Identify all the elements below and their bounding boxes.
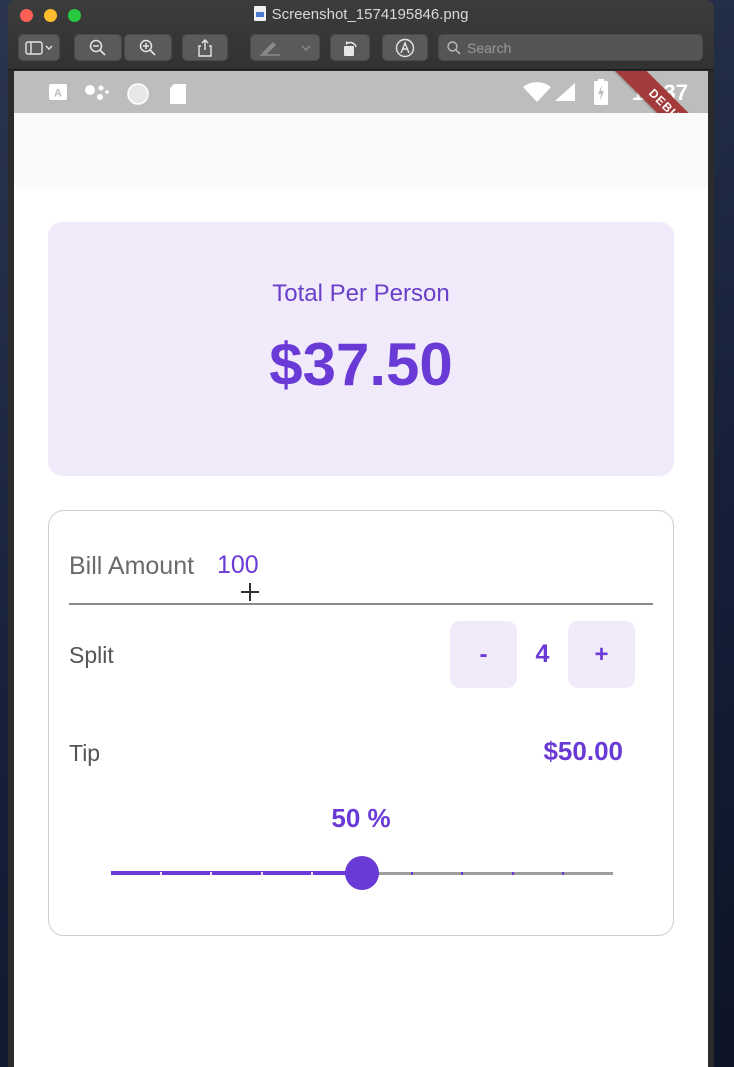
bill-amount-label: Bill Amount (69, 552, 195, 580)
markup-button[interactable] (250, 34, 320, 61)
zoom-in-icon (139, 39, 156, 56)
android-screen: A 12 (14, 71, 708, 1067)
bill-amount-value[interactable]: 100 (217, 551, 259, 580)
slider-division-tick (511, 872, 514, 875)
document-icon (253, 6, 266, 21)
rotate-button[interactable] (330, 34, 370, 61)
search-field[interactable]: Search (438, 34, 703, 61)
total-per-person-label: Total Per Person (272, 280, 450, 307)
keyboard-a-icon: A (49, 84, 67, 100)
sidebar-toggle-button[interactable] (18, 34, 60, 61)
bill-input-card: Bill Amount 100 Split - 4 + Tip $50.00 5… (48, 510, 674, 936)
slider-division-tick (260, 872, 263, 875)
zoom-in-button[interactable] (124, 34, 172, 61)
battery-charging-icon (594, 79, 608, 105)
window-title: Screenshot_1574195846.png (8, 6, 714, 23)
slider-division-tick (160, 872, 163, 875)
annotate-button[interactable] (382, 34, 428, 61)
slider-division-tick (561, 872, 564, 875)
search-icon (447, 40, 461, 55)
sd-card-icon (170, 84, 186, 104)
rotate-icon (344, 40, 357, 56)
share-icon (198, 38, 212, 57)
total-per-person-card: Total Per Person $37.50 (48, 222, 674, 476)
crosshair-cursor-icon (241, 583, 259, 601)
window-title-text: Screenshot_1574195846.png (271, 6, 469, 23)
wifi-icon (523, 82, 551, 102)
split-increment-button[interactable]: + (568, 621, 635, 688)
markup-circle-icon (395, 38, 415, 57)
search-placeholder: Search (467, 39, 512, 56)
tip-slider[interactable] (111, 855, 613, 891)
app-bar (14, 113, 708, 189)
slider-division-tick (461, 872, 464, 875)
tip-percent-label: 50 % (331, 803, 391, 833)
preview-window: Screenshot_1574195846.png Search A DEBUG… (8, 0, 714, 1067)
tip-amount-value: $50.00 (543, 736, 623, 766)
bill-amount-field[interactable]: Bill Amount 100 (69, 551, 653, 605)
share-button[interactable] (182, 34, 228, 61)
slider-active-track (111, 871, 362, 875)
assistant-icon (85, 85, 109, 100)
slider-division-tick (411, 872, 414, 875)
status-bar: A 12 (14, 71, 708, 166)
cellular-signal-icon (555, 83, 575, 101)
split-count-value: 4 (535, 640, 550, 668)
pen-icon (260, 41, 280, 56)
loading-spinner-icon (127, 83, 149, 105)
window-titlebar: Screenshot_1574195846.png Search (8, 0, 714, 70)
svg-text:A: A (54, 88, 62, 100)
slider-division-tick (210, 872, 213, 875)
slider-division-tick (310, 872, 313, 875)
split-decrement-button[interactable]: - (450, 621, 517, 688)
slider-thumb[interactable] (345, 856, 379, 890)
tip-label: Tip (69, 740, 101, 766)
zoom-out-button[interactable] (74, 34, 122, 61)
sidebar-icon (25, 40, 53, 55)
total-per-person-value: $37.50 (269, 331, 453, 398)
zoom-out-icon (89, 39, 106, 56)
chevron-down-icon (301, 45, 311, 51)
split-label: Split (69, 642, 114, 668)
